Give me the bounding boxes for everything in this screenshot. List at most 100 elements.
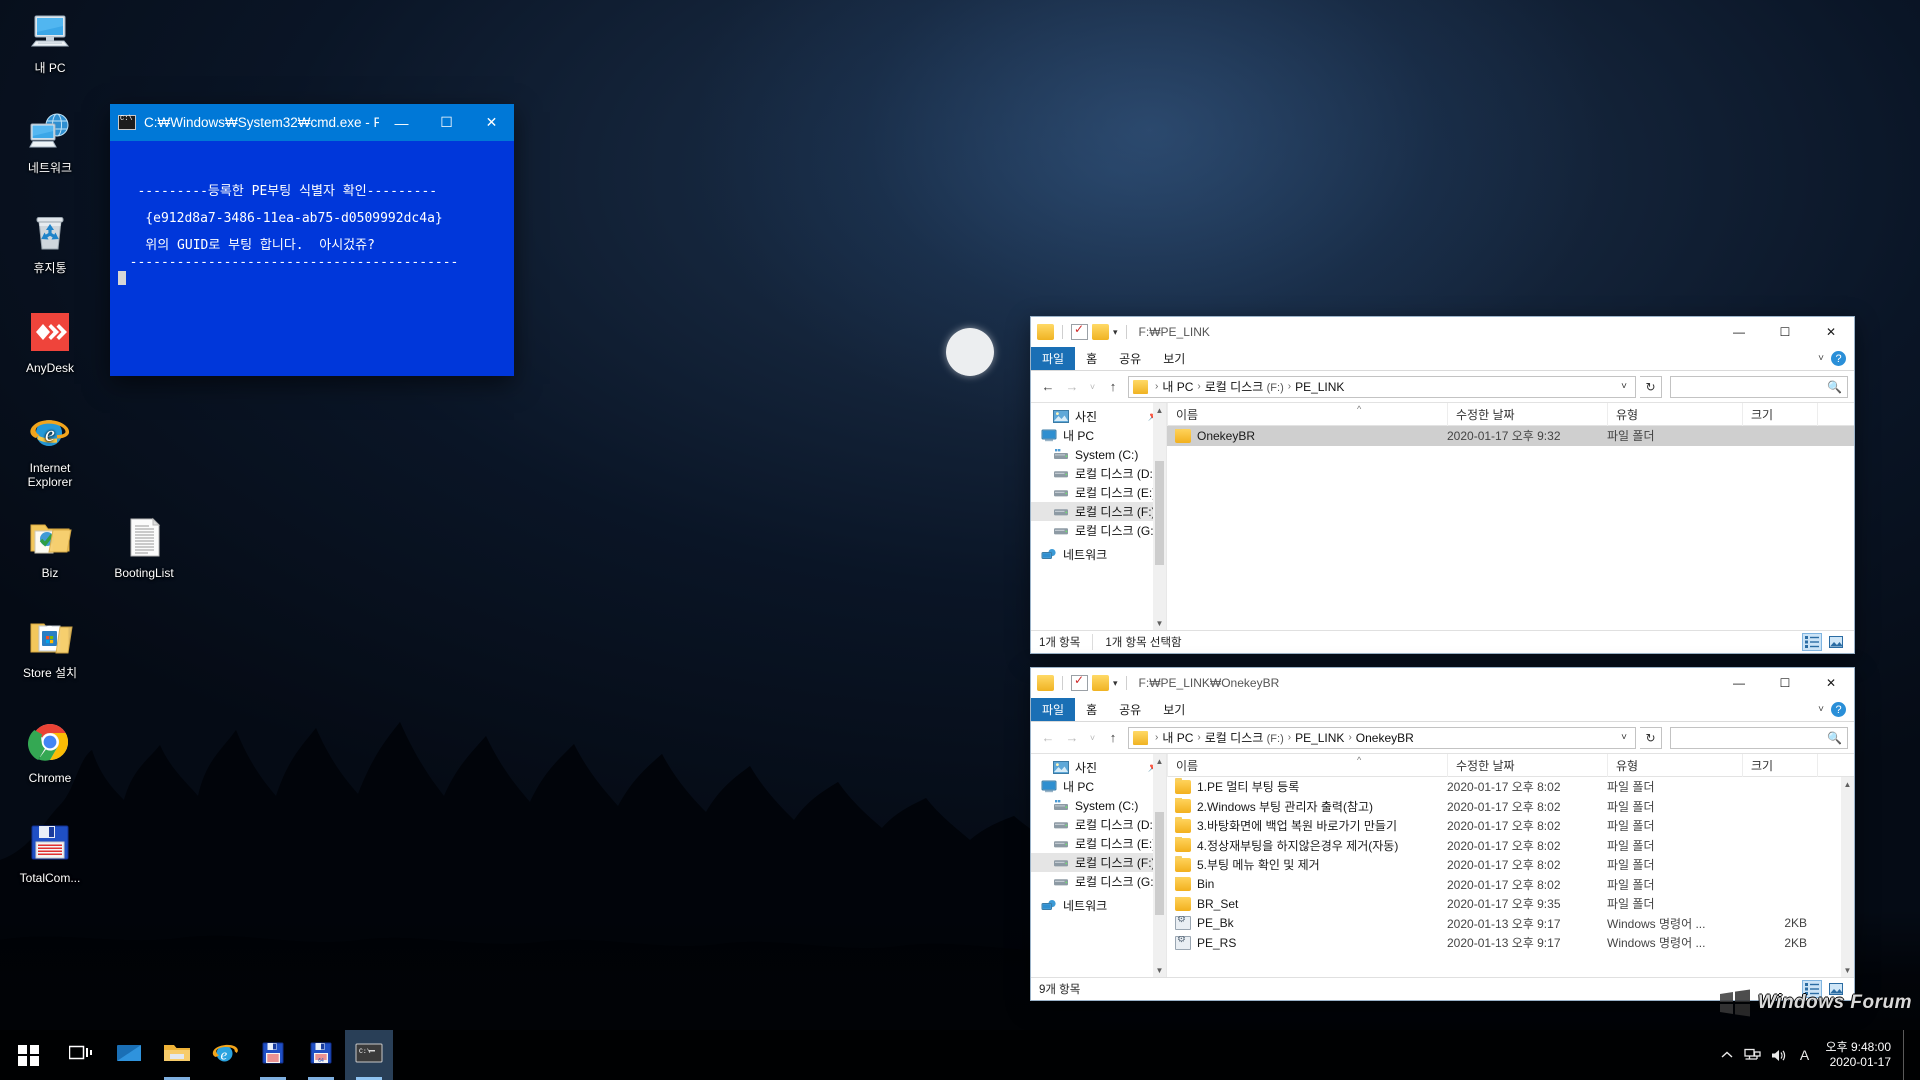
tree-item-drive-g[interactable]: 로컬 디스크 (G:) xyxy=(1031,872,1166,891)
chevron-down-icon[interactable]: ▾ xyxy=(1113,678,1118,689)
new-folder-icon[interactable] xyxy=(1092,675,1109,691)
explorer2-tab-view[interactable]: 보기 xyxy=(1152,698,1196,721)
explorer1-navigation-pane[interactable]: 사진 📌 내 PC System (C:) xyxy=(1031,403,1167,630)
table-row[interactable]: 3.바탕화면에 백업 복원 바로가기 만들기 2020-01-17 오후 8:0… xyxy=(1167,816,1841,836)
desktop-icon-chrome[interactable]: Chrome xyxy=(6,718,94,785)
explorer2-tab-file[interactable]: 파일 xyxy=(1031,698,1076,721)
explorer1-navigation-bar[interactable]: ← → ˅ ↑ › 내 PC › 로컬 디스크 (F:) › PE_LINK ˅… xyxy=(1031,371,1854,402)
explorer2-close-button[interactable]: ✕ xyxy=(1808,668,1854,698)
breadcrumb-item-folder[interactable]: PE_LINK xyxy=(1295,380,1344,394)
table-row[interactable]: 5.부팅 메뉴 확인 및 제거 2020-01-17 오후 8:02 파일 폴더 xyxy=(1167,855,1841,875)
scrollbar-thumb[interactable] xyxy=(1155,461,1164,566)
column-header-type[interactable]: 유형 xyxy=(1607,753,1742,777)
explorer2-search-input[interactable] xyxy=(1676,729,1828,746)
explorer2-rows[interactable]: 1.PE 멀티 부팅 등록 2020-01-17 오후 8:02 파일 폴더 2… xyxy=(1167,777,1841,977)
taskbar-command-prompt-button[interactable]: C:\ xyxy=(345,1030,393,1080)
desktop-icon-store-install[interactable]: Store 설치 xyxy=(6,613,94,680)
explorer1-ribbon[interactable]: 파일 홈 공유 보기 ˅ ? xyxy=(1031,347,1854,371)
address-dropdown-icon[interactable]: ˅ xyxy=(1617,732,1631,743)
search-icon[interactable]: 🔍 xyxy=(1827,731,1842,745)
explorer1-rows[interactable]: OnekeyBR 2020-01-17 오후 9:32 파일 폴더 xyxy=(1167,426,1854,630)
explorer1-maximize-button[interactable]: ☐ xyxy=(1762,317,1808,347)
new-folder-icon[interactable] xyxy=(1092,324,1109,340)
explorer1-minimize-button[interactable]: — xyxy=(1716,317,1762,347)
breadcrumb-item-drive[interactable]: 로컬 디스크 (F:) xyxy=(1205,378,1284,395)
column-header-spacer[interactable] xyxy=(1817,753,1854,777)
large-icons-view-icon[interactable] xyxy=(1826,980,1846,998)
console-output[interactable]: ---------등록한 PE부팅 식별자 확인--------- {e912d… xyxy=(110,141,514,376)
desktop-icon-my-pc[interactable]: 내 PC xyxy=(6,8,94,75)
explorer2-column-headers[interactable]: ^ 이름 수정한 날짜 유형 크기 xyxy=(1167,753,1854,777)
explorer2-up-button[interactable]: ↑ xyxy=(1102,727,1124,749)
show-hidden-icons-button[interactable] xyxy=(1714,1030,1740,1080)
tree-item-drive-e[interactable]: 로컬 디스크 (E:) xyxy=(1031,483,1166,502)
explorer1-search-box[interactable]: 🔍 xyxy=(1670,375,1848,398)
tree-item-network[interactable]: 네트워크 xyxy=(1031,896,1166,915)
address-dropdown-icon[interactable]: ˅ xyxy=(1617,381,1631,392)
explorer2-forward-button[interactable]: → xyxy=(1061,727,1083,749)
explorer2-navigation-bar[interactable]: ← → ˅ ↑ › 내 PC › 로컬 디스크 (F:) › PE_LINK ›… xyxy=(1031,722,1854,753)
column-header-size[interactable]: 크기 xyxy=(1742,402,1817,426)
explorer1-column-headers[interactable]: ^ 이름 수정한 날짜 유형 크기 xyxy=(1167,402,1854,426)
explorer1-refresh-button[interactable]: ↻ xyxy=(1640,375,1662,398)
table-row[interactable]: PE_RS 2020-01-13 오후 9:17 Windows 명령어 ...… xyxy=(1167,933,1841,953)
explorer2-refresh-button[interactable]: ↻ xyxy=(1640,726,1662,749)
volume-icon[interactable] xyxy=(1766,1030,1792,1080)
taskbar-totalcommander-2-button[interactable]: 64 xyxy=(297,1030,345,1080)
tree-item-drive-f[interactable]: 로컬 디스크 (F:) xyxy=(1031,502,1166,521)
start-button[interactable] xyxy=(0,1030,57,1080)
explorer1-back-button[interactable]: ← xyxy=(1037,376,1059,398)
column-header-name[interactable]: 이름 xyxy=(1167,753,1447,777)
help-icon[interactable]: ? xyxy=(1831,351,1846,366)
scroll-up-icon[interactable]: ▲ xyxy=(1844,777,1852,791)
tree-item-network[interactable]: 네트워크 xyxy=(1031,545,1166,564)
table-row[interactable]: 4.정상재부팅을 하지않은경우 제거(자동) 2020-01-17 오후 8:0… xyxy=(1167,836,1841,856)
explorer-window-pe-link[interactable]: ▾ F:₩PE_LINK — ☐ ✕ 파일 홈 공유 보기 ˅ ? ← → ˅ xyxy=(1030,316,1855,654)
column-header-type[interactable]: 유형 xyxy=(1607,402,1742,426)
column-header-spacer[interactable] xyxy=(1817,402,1854,426)
table-row[interactable]: OnekeyBR 2020-01-17 오후 9:32 파일 폴더 xyxy=(1167,426,1854,446)
explorer2-file-list[interactable]: ^ 이름 수정한 날짜 유형 크기 1.PE 멀티 부팅 등록 2020-01-… xyxy=(1167,753,1854,977)
column-header-date[interactable]: 수정한 날짜 xyxy=(1447,402,1607,426)
command-prompt-window[interactable]: C:₩Windows₩System32₩cmd.exe - F:₩P... — … xyxy=(110,104,514,376)
ribbon-collapse-icon[interactable]: ˅ xyxy=(1818,704,1824,715)
explorer1-tab-file[interactable]: 파일 xyxy=(1031,347,1076,370)
scroll-down-icon[interactable]: ▼ xyxy=(1156,616,1164,630)
details-view-icon[interactable] xyxy=(1802,980,1822,998)
tree-item-drive-e[interactable]: 로컬 디스크 (E:) xyxy=(1031,834,1166,853)
taskbar-desktop-peek-button[interactable] xyxy=(105,1030,153,1080)
column-header-date[interactable]: 수정한 날짜 xyxy=(1447,753,1607,777)
explorer2-ribbon[interactable]: 파일 홈 공유 보기 ˅ ? xyxy=(1031,698,1854,722)
breadcrumb-item-my-pc[interactable]: 내 PC xyxy=(1162,729,1193,746)
column-header-size[interactable]: 크기 xyxy=(1742,753,1817,777)
tree-item-drive-d[interactable]: 로컬 디스크 (D:) xyxy=(1031,815,1166,834)
input-language-indicator[interactable]: A xyxy=(1792,1030,1818,1080)
explorer1-file-list[interactable]: ^ 이름 수정한 날짜 유형 크기 OnekeyBR 2020-01-17 오후… xyxy=(1167,402,1854,630)
explorer1-address-bar[interactable]: › 내 PC › 로컬 디스크 (F:) › PE_LINK ˅ xyxy=(1128,375,1636,398)
taskbar-file-explorer-button[interactable] xyxy=(153,1030,201,1080)
tree-item-pictures[interactable]: 사진 📌 xyxy=(1031,407,1166,426)
explorer-window-onekeybr[interactable]: ▾ F:₩PE_LINK₩OnekeyBR — ☐ ✕ 파일 홈 공유 보기 ˅… xyxy=(1030,667,1855,1001)
taskbar-clock[interactable]: 오후 9:48:00 2020-01-17 xyxy=(1818,1030,1903,1080)
taskbar-internet-explorer-button[interactable]: e xyxy=(201,1030,249,1080)
breadcrumb-item-drive[interactable]: 로컬 디스크 (F:) xyxy=(1205,729,1284,746)
explorer1-search-input[interactable] xyxy=(1676,378,1828,395)
explorer2-search-box[interactable]: 🔍 xyxy=(1670,726,1848,749)
ribbon-collapse-icon[interactable]: ˅ xyxy=(1818,353,1824,364)
explorer1-tab-share[interactable]: 공유 xyxy=(1108,347,1152,370)
folder-icon[interactable] xyxy=(1037,324,1054,340)
breadcrumb-item-onekeybr[interactable]: OnekeyBR xyxy=(1356,731,1414,745)
chevron-down-icon[interactable]: ▾ xyxy=(1113,327,1118,338)
show-desktop-button[interactable] xyxy=(1903,1030,1912,1080)
explorer1-title-bar[interactable]: ▾ F:₩PE_LINK — ☐ ✕ xyxy=(1031,317,1854,347)
explorer2-tab-home[interactable]: 홈 xyxy=(1075,698,1108,721)
breadcrumb-item-my-pc[interactable]: 내 PC xyxy=(1162,378,1193,395)
scroll-up-icon[interactable]: ▲ xyxy=(1156,403,1164,417)
properties-icon[interactable] xyxy=(1071,673,1088,691)
breadcrumb-item-pe-link[interactable]: PE_LINK xyxy=(1295,731,1344,745)
help-icon[interactable]: ? xyxy=(1831,702,1846,717)
table-row[interactable]: Bin 2020-01-17 오후 8:02 파일 폴더 xyxy=(1167,875,1841,895)
table-row[interactable]: 1.PE 멀티 부팅 등록 2020-01-17 오후 8:02 파일 폴더 xyxy=(1167,777,1841,797)
explorer1-forward-button[interactable]: → xyxy=(1061,376,1083,398)
tree-item-system-c[interactable]: System (C:) xyxy=(1031,445,1166,464)
